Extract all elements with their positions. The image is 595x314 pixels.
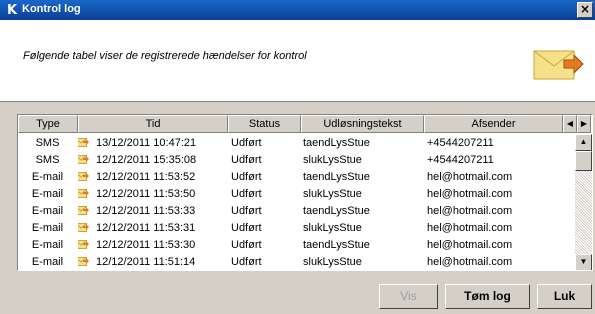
cell-trigger: slukLysStue bbox=[303, 188, 362, 200]
cell-tid: 12/12/2011 11:53:30 bbox=[78, 237, 226, 254]
scroll-left-icon[interactable]: ◀ bbox=[563, 115, 577, 133]
table-row[interactable]: E-mail 12/12/2011 11:53:33 Udført taendLysS… bbox=[18, 203, 573, 220]
timestamp: 12/12/2011 11:53:31 bbox=[96, 222, 196, 234]
column-header-tid[interactable]: Tid bbox=[78, 115, 228, 133]
cell-type: E-mail bbox=[31, 256, 64, 268]
cell-status: Udført bbox=[231, 222, 262, 234]
cell-trigger: slukLysStue bbox=[303, 222, 362, 234]
cell-status: Udført bbox=[231, 188, 262, 200]
cell-type: E-mail bbox=[31, 205, 64, 217]
cell-trigger: slukLysStue bbox=[303, 154, 362, 166]
close-button[interactable]: Luk bbox=[537, 284, 592, 309]
cell-type: E-mail bbox=[31, 188, 64, 200]
scroll-down-icon[interactable]: ▼ bbox=[575, 254, 592, 270]
timestamp: 13/12/2011 10:47:21 bbox=[96, 137, 197, 149]
timestamp: 12/12/2011 15:35:08 bbox=[96, 154, 197, 166]
column-header-sender[interactable]: Afsender bbox=[424, 115, 563, 133]
table-row[interactable]: E-mail 12/12/2011 11:53:52 Udført taendLysS… bbox=[18, 169, 573, 186]
cell-type: SMS bbox=[35, 154, 60, 166]
clear-log-button[interactable]: Tøm log bbox=[445, 284, 530, 309]
cell-sender: hel@hotmail.com bbox=[427, 239, 513, 251]
cell-tid: 12/12/2011 15:35:08 bbox=[78, 152, 226, 169]
cell-trigger: slukLysStue bbox=[303, 256, 362, 268]
column-header-type[interactable]: Type bbox=[18, 115, 78, 133]
cell-sender: hel@hotmail.com bbox=[427, 205, 513, 217]
cell-tid: 12/12/2011 11:53:31 bbox=[78, 220, 226, 237]
table-row[interactable]: E-mail 12/12/2011 11:53:31 Udført slukLysSt… bbox=[18, 220, 573, 237]
timestamp: 12/12/2011 11:53:50 bbox=[96, 188, 196, 200]
timestamp: 12/12/2011 11:53:33 bbox=[96, 205, 196, 217]
timestamp: 12/12/2011 11:51:14 bbox=[96, 256, 196, 268]
timestamp: 12/12/2011 11:53:30 bbox=[96, 239, 196, 251]
cell-tid: 12/12/2011 11:53:33 bbox=[78, 203, 226, 220]
cell-trigger: taendLysStue bbox=[303, 239, 370, 251]
envelope-arrow-icon bbox=[78, 189, 89, 198]
column-header-status[interactable]: Status bbox=[228, 115, 301, 133]
envelope-arrow-icon bbox=[78, 138, 89, 147]
envelope-arrow-icon bbox=[78, 223, 89, 232]
cell-sender: hel@hotmail.com bbox=[427, 171, 513, 183]
envelope-arrow-icon bbox=[533, 50, 584, 80]
table-row[interactable]: SMS 13/12/2011 10:47:21 Udført taendLysStue… bbox=[18, 135, 573, 152]
scrollbar-thumb[interactable] bbox=[575, 151, 592, 171]
header-description: Følgende tabel viser de registrerede hæn… bbox=[23, 50, 307, 62]
cell-tid: 12/12/2011 11:53:52 bbox=[78, 169, 226, 186]
table-row[interactable]: SMS 12/12/2011 15:35:08 Udført slukLysStue +… bbox=[18, 152, 573, 169]
close-icon[interactable]: × bbox=[577, 2, 593, 18]
envelope-arrow-icon bbox=[78, 206, 89, 215]
cell-status: Udført bbox=[231, 171, 262, 183]
window-title: Kontrol log bbox=[22, 3, 81, 15]
cell-trigger: taendLysStue bbox=[303, 137, 370, 149]
cell-status: Udført bbox=[231, 137, 262, 149]
cell-status: Udført bbox=[231, 239, 262, 251]
scroll-up-icon[interactable]: ▲ bbox=[575, 134, 592, 151]
cell-status: Udført bbox=[231, 205, 262, 217]
envelope-arrow-icon bbox=[78, 155, 89, 164]
header-panel: Følgende tabel viser de registrerede hæn… bbox=[0, 20, 595, 102]
cell-tid: 12/12/2011 11:53:50 bbox=[78, 186, 226, 203]
envelope-arrow-icon bbox=[78, 240, 89, 249]
cell-status: Udført bbox=[231, 154, 262, 166]
cell-tid: 13/12/2011 10:47:21 bbox=[78, 135, 226, 152]
cell-trigger: taendLysStue bbox=[303, 171, 370, 183]
table-row[interactable]: E-mail 12/12/2011 11:53:50 Udført slukLysSt… bbox=[18, 186, 573, 203]
cell-trigger: taendLysStue bbox=[303, 205, 370, 217]
cell-sender: hel@hotmail.com bbox=[427, 256, 513, 268]
cell-sender: hel@hotmail.com bbox=[427, 222, 513, 234]
cell-type: E-mail bbox=[31, 239, 64, 251]
vertical-scrollbar[interactable]: ▲ ▼ bbox=[575, 134, 592, 270]
cell-sender: +4544207211 bbox=[427, 137, 494, 149]
view-button[interactable]: Vis bbox=[379, 284, 438, 309]
table-row[interactable]: E-mail 12/12/2011 11:51:14 Udført slukLysSt… bbox=[18, 254, 573, 270]
envelope-arrow-icon bbox=[78, 172, 89, 181]
cell-type: E-mail bbox=[31, 222, 64, 234]
cell-type: SMS bbox=[35, 137, 60, 149]
log-table: Type Tid Status Udløsningstekst Afsender… bbox=[17, 114, 593, 271]
cell-status: Udført bbox=[231, 256, 262, 268]
cell-type: E-mail bbox=[31, 171, 64, 183]
table-row[interactable]: E-mail 12/12/2011 11:53:30 Udført taendLysS… bbox=[18, 237, 573, 254]
cell-sender: hel@hotmail.com bbox=[427, 188, 513, 200]
envelope-arrow-icon bbox=[78, 257, 89, 266]
app-logo: K bbox=[7, 3, 18, 18]
column-header-trigger[interactable]: Udløsningstekst bbox=[301, 115, 424, 133]
cell-tid: 12/12/2011 11:51:14 bbox=[78, 254, 226, 270]
title-bar: K Kontrol log × bbox=[0, 0, 595, 20]
timestamp: 12/12/2011 11:53:52 bbox=[96, 171, 196, 183]
scroll-right-icon[interactable]: ▶ bbox=[577, 115, 591, 133]
cell-sender: +4544207211 bbox=[427, 154, 494, 166]
